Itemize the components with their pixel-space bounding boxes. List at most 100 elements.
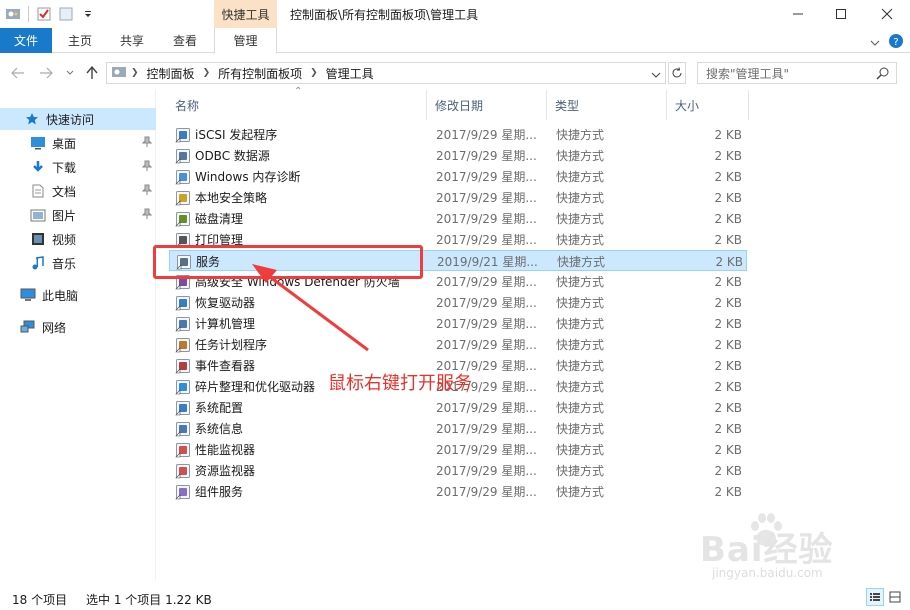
recent-locations-button[interactable] <box>60 63 80 83</box>
navigation-pane: 快速访问 桌面 下载 文档 图片 视频 音乐 此电脑 网络 <box>0 90 156 580</box>
sidebar-item-desktop[interactable]: 桌面 <box>0 132 156 154</box>
file-name-cell: iSCSI 发起程序 <box>175 124 425 145</box>
search-input[interactable]: 搜索"管理工具" <box>697 62 897 84</box>
column-header-size[interactable]: 大小 <box>667 90 749 120</box>
large-icons-view-button[interactable] <box>886 588 904 606</box>
breadcrumb-separator[interactable]: ❯ <box>127 68 143 78</box>
file-date: 2017/9/29 星期... <box>436 317 537 331</box>
address-row: ❯ 控制面板 ❯ 所有控制面板项 ❯ 管理工具 搜索"管理工具" <box>0 57 910 89</box>
sidebar-item-label: 桌面 <box>52 136 77 151</box>
file-name: 计算机管理 <box>195 317 256 331</box>
breadcrumb-separator[interactable]: ❯ <box>306 68 322 78</box>
table-row[interactable]: 资源监视器 2017/9/29 星期... 快捷方式 2 KB <box>169 460 747 481</box>
file-name-cell: 磁盘清理 <box>175 208 425 229</box>
file-date: 2017/9/29 星期... <box>436 170 537 184</box>
pin-icon[interactable] <box>141 208 153 223</box>
file-size: 2 KB <box>714 127 742 142</box>
address-dropdown-icon[interactable] <box>651 68 661 82</box>
tab-view[interactable]: 查看 <box>160 28 210 53</box>
pin-icon[interactable] <box>141 160 153 175</box>
address-bar[interactable]: ❯ 控制面板 ❯ 所有控制面板项 ❯ 管理工具 <box>106 62 666 84</box>
file-name: 性能监视器 <box>195 443 256 457</box>
table-row[interactable]: 系统信息 2017/9/29 星期... 快捷方式 2 KB <box>169 418 747 439</box>
table-row[interactable]: 性能监视器 2017/9/29 星期... 快捷方式 2 KB <box>169 439 747 460</box>
file-type: 快捷方式 <box>556 128 605 142</box>
annotation-text: 鼠标右键打开服务 <box>328 373 472 394</box>
expand-ribbon-icon[interactable] <box>870 36 880 50</box>
breadcrumb-all-items[interactable]: 所有控制面板项 <box>214 65 306 82</box>
refresh-button[interactable] <box>668 62 686 84</box>
table-row[interactable]: 任务计划程序 2017/9/29 星期... 快捷方式 2 KB <box>169 334 747 355</box>
file-name: 碎片整理和优化驱动器 <box>195 380 316 394</box>
resource-monitor-icon <box>175 463 191 479</box>
close-button[interactable] <box>864 0 910 28</box>
security-policy-icon <box>175 190 191 206</box>
search-icon[interactable] <box>876 66 890 83</box>
column-header-type[interactable]: 类型 <box>547 90 667 120</box>
system-info-icon <box>175 421 191 437</box>
sidebar-item-this-pc[interactable]: 此电脑 <box>0 284 156 306</box>
sidebar-item-pictures[interactable]: 图片 <box>0 204 156 226</box>
recovery-drive-icon <box>175 295 191 311</box>
title-bar: 快捷工具 控制面板\所有控制面板项\管理工具 <box>0 0 910 28</box>
status-bar: 18 个项目 选中 1 个项目 1.22 KB <box>0 585 910 610</box>
file-size: 2 KB <box>714 379 742 394</box>
properties-icon[interactable] <box>35 5 53 23</box>
help-icon[interactable]: ? <box>888 33 904 52</box>
computer-management-icon <box>175 316 191 332</box>
details-view-button[interactable] <box>866 588 884 606</box>
tab-file[interactable]: 文件 <box>0 28 52 53</box>
pin-icon[interactable] <box>141 184 153 199</box>
file-size: 2 KB <box>714 400 742 415</box>
star-icon <box>24 111 40 127</box>
forward-button[interactable] <box>36 63 56 83</box>
table-row[interactable]: ODBC 数据源 2017/9/29 星期... 快捷方式 2 KB <box>169 145 747 166</box>
file-type: 快捷方式 <box>556 443 605 457</box>
table-row[interactable]: 计算机管理 2017/9/29 星期... 快捷方式 2 KB <box>169 313 747 334</box>
breadcrumb-separator[interactable]: ❯ <box>199 68 215 78</box>
table-row[interactable]: Windows 内存诊断 2017/9/29 星期... 快捷方式 2 KB <box>169 166 747 187</box>
table-row[interactable]: 本地安全策略 2017/9/29 星期... 快捷方式 2 KB <box>169 187 747 208</box>
column-header-date[interactable]: 修改日期 <box>427 90 547 120</box>
sidebar-item-documents[interactable]: 文档 <box>0 180 156 202</box>
table-row[interactable]: 组件服务 2017/9/29 星期... 快捷方式 2 KB <box>169 481 747 502</box>
file-date: 2017/9/29 星期... <box>436 233 537 247</box>
file-name-cell: 性能监视器 <box>175 439 425 460</box>
tab-share[interactable]: 共享 <box>108 28 156 53</box>
breadcrumb-admin-tools[interactable]: 管理工具 <box>322 65 378 82</box>
breadcrumb-control-panel[interactable]: 控制面板 <box>143 65 199 82</box>
file-type: 快捷方式 <box>556 380 605 394</box>
table-row[interactable]: iSCSI 发起程序 2017/9/29 星期... 快捷方式 2 KB <box>169 124 747 145</box>
file-type: 快捷方式 <box>556 275 605 289</box>
file-size: 2 KB <box>715 254 743 269</box>
sidebar-item-downloads[interactable]: 下载 <box>0 156 156 178</box>
file-type: 快捷方式 <box>556 170 605 184</box>
column-header-name[interactable]: 名称 <box>167 90 427 120</box>
up-button[interactable] <box>82 63 102 83</box>
pin-icon[interactable] <box>141 136 153 151</box>
table-row[interactable]: 恢复驱动器 2017/9/29 星期... 快捷方式 2 KB <box>169 292 747 313</box>
customize-qat-icon[interactable] <box>79 5 97 23</box>
sidebar-item-network[interactable]: 网络 <box>0 316 156 338</box>
table-row[interactable]: 系统配置 2017/9/29 星期... 快捷方式 2 KB <box>169 397 747 418</box>
maximize-button[interactable] <box>818 0 864 28</box>
tab-manage[interactable]: 管理 <box>214 28 277 54</box>
file-name: 组件服务 <box>195 485 244 499</box>
disk-cleanup-icon <box>175 211 191 227</box>
minimize-button[interactable] <box>775 0 821 28</box>
control-panel-icon[interactable] <box>4 5 22 23</box>
tab-home[interactable]: 主页 <box>56 28 104 53</box>
sidebar-item-quick-access[interactable]: 快速访问 <box>0 108 156 130</box>
file-name: 磁盘清理 <box>195 212 244 226</box>
file-date: 2017/9/29 星期... <box>436 275 537 289</box>
sidebar-item-music[interactable]: 音乐 <box>0 252 156 274</box>
watermark: Bai经验 jingyan.baidu.com <box>700 510 870 585</box>
back-button[interactable] <box>8 63 28 83</box>
sidebar-item-videos[interactable]: 视频 <box>0 228 156 250</box>
new-folder-icon[interactable] <box>57 5 75 23</box>
table-row[interactable]: 磁盘清理 2017/9/29 星期... 快捷方式 2 KB <box>169 208 747 229</box>
selection-info: 选中 1 个项目 1.22 KB <box>86 593 212 607</box>
file-name-cell: 系统信息 <box>175 418 425 439</box>
sidebar-item-label: 视频 <box>52 232 77 247</box>
file-size: 2 KB <box>714 190 742 205</box>
